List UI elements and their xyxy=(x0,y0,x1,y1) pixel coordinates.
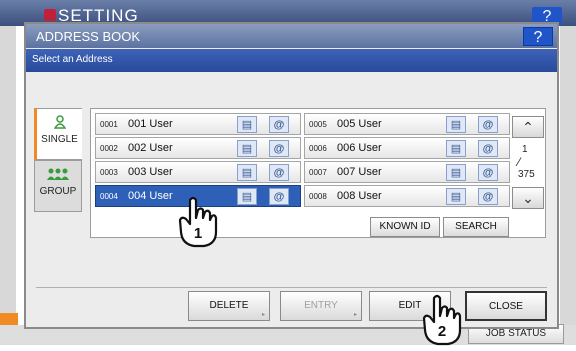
entry-number: 0008 xyxy=(309,192,327,201)
entry-name: 005 User xyxy=(337,118,382,130)
entry-number: 0001 xyxy=(100,120,118,129)
chevron-up-icon: ⌃ xyxy=(522,119,534,135)
address-entry-0006[interactable]: 0006 006 User ▤ @ xyxy=(304,137,510,159)
address-entry-0002[interactable]: 0002 002 User ▤ @ xyxy=(95,137,301,159)
page-separator: ⁄ xyxy=(518,155,521,169)
entry-name: 001 User xyxy=(128,118,173,130)
email-icon: @ xyxy=(478,116,498,133)
known-id-label: KNOWN ID xyxy=(379,221,431,232)
setting-logo-icon xyxy=(44,9,56,21)
fax-icon: ▤ xyxy=(446,188,466,205)
entry-number: 0005 xyxy=(309,120,327,129)
entry-number: 0004 xyxy=(100,192,118,201)
fax-icon: ▤ xyxy=(446,164,466,181)
email-icon: @ xyxy=(269,140,289,157)
instruction-bar: Select an Address xyxy=(26,49,557,72)
address-entry-0003[interactable]: 0003 003 User ▤ @ xyxy=(95,161,301,183)
address-book-dialog: ADDRESS BOOK ? Select an Address SINGLE … xyxy=(24,22,559,329)
entry-name: 004 User xyxy=(128,190,173,202)
dialog-title: ADDRESS BOOK xyxy=(36,29,141,44)
email-icon: @ xyxy=(478,164,498,181)
fax-icon: ▤ xyxy=(237,116,257,133)
step-1-label: 1 xyxy=(194,225,202,242)
page-total: 375 xyxy=(518,169,535,180)
entry-number: 0006 xyxy=(309,144,327,153)
scroll-up-button[interactable]: ⌃ xyxy=(512,116,544,138)
email-icon: @ xyxy=(269,164,289,181)
footer-divider xyxy=(36,287,547,288)
fax-icon: ▤ xyxy=(446,116,466,133)
search-button[interactable]: SEARCH xyxy=(443,217,509,237)
close-button[interactable]: CLOSE xyxy=(465,291,547,321)
entry-button[interactable]: ENTRY ▸ xyxy=(280,291,362,321)
background-panel-right xyxy=(560,26,576,345)
fax-icon: ▤ xyxy=(446,140,466,157)
delete-button[interactable]: DELETE ▸ xyxy=(188,291,270,321)
scroll-down-button[interactable]: ⌄ xyxy=(512,187,544,209)
tab-group-label: GROUP xyxy=(39,186,77,197)
address-entry-0007[interactable]: 0007 007 User ▤ @ xyxy=(304,161,510,183)
instruction-text: Select an Address xyxy=(32,54,113,65)
entry-name: 006 User xyxy=(337,142,382,154)
background-panel-left xyxy=(0,26,16,345)
search-label: SEARCH xyxy=(455,221,497,232)
arrow-indicator-icon: ▸ xyxy=(353,312,357,318)
entry-name: 003 User xyxy=(128,166,173,178)
entry-label: ENTRY xyxy=(304,300,338,311)
address-entry-0005[interactable]: 0005 005 User ▤ @ xyxy=(304,113,510,135)
address-entry-0008[interactable]: 0008 008 User ▤ @ xyxy=(304,185,510,207)
group-people-icon xyxy=(35,167,81,183)
close-label: CLOSE xyxy=(489,301,523,312)
tab-single[interactable]: SINGLE xyxy=(34,108,82,160)
dialog-header: ADDRESS BOOK ? xyxy=(26,24,557,48)
edit-label: EDIT xyxy=(398,300,422,311)
known-id-button[interactable]: KNOWN ID xyxy=(370,217,440,237)
tab-group[interactable]: GROUP xyxy=(34,160,82,212)
email-icon: @ xyxy=(269,188,289,205)
email-icon: @ xyxy=(478,140,498,157)
hand-pointer-step-1-icon: 1 xyxy=(176,196,220,253)
background-orange-indicator xyxy=(0,313,18,325)
entry-name: 002 User xyxy=(128,142,173,154)
page-current: 1 xyxy=(522,144,528,155)
address-entry-0001[interactable]: 0001 001 User ▤ @ xyxy=(95,113,301,135)
chevron-down-icon: ⌄ xyxy=(522,190,534,206)
fax-icon: ▤ xyxy=(237,188,257,205)
delete-label: DELETE xyxy=(209,300,249,311)
fax-icon: ▤ xyxy=(237,164,257,181)
hand-pointer-step-2-icon: 2 xyxy=(420,294,464,351)
tab-single-label: SINGLE xyxy=(41,134,78,145)
step-2-label: 2 xyxy=(438,323,446,340)
arrow-indicator-icon: ▸ xyxy=(261,312,265,318)
single-person-icon xyxy=(37,115,82,131)
entry-name: 008 User xyxy=(337,190,382,202)
email-icon: @ xyxy=(269,116,289,133)
dialog-help-button[interactable]: ? xyxy=(523,27,553,46)
email-icon: @ xyxy=(478,188,498,205)
fax-icon: ▤ xyxy=(237,140,257,157)
entry-name: 007 User xyxy=(337,166,382,178)
entry-number: 0003 xyxy=(100,168,118,177)
entry-number: 0002 xyxy=(100,144,118,153)
entry-number: 0007 xyxy=(309,168,327,177)
